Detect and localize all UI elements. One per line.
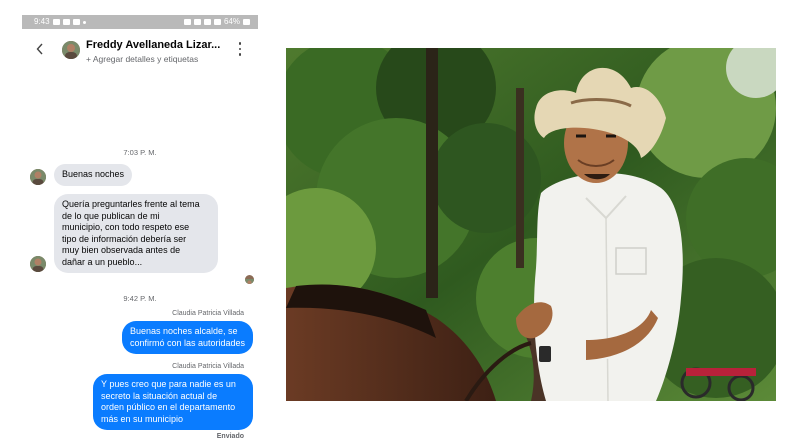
message-line: muy bien observada antes de — [62, 245, 181, 255]
alarm-icon — [183, 19, 191, 25]
message-line: confirmó con las autoridades — [129, 337, 245, 348]
message-line: Y pues creo que para nadie es un — [101, 379, 236, 389]
photo-man-on-horse — [286, 48, 776, 401]
status-bar: 9:43 64% — [22, 15, 258, 29]
message-line: Buenas noches alcalde, se — [129, 326, 238, 336]
outgoing-message: Buenas noches alcalde, se confirmó con l… — [121, 321, 253, 354]
message-line: secreto la situación actual de — [101, 390, 218, 401]
back-arrow-icon — [36, 43, 43, 55]
back-button[interactable] — [32, 39, 48, 59]
mute-icon — [193, 19, 201, 25]
message-line: dañar a un pueblo... — [62, 256, 143, 267]
photo-illustration — [286, 48, 776, 401]
incoming-message: Quería preguntarles frente al tema de lo… — [54, 194, 218, 273]
outgoing-message: Y pues creo que para nadie es un secreto… — [93, 374, 253, 430]
wifi-icon — [203, 19, 211, 25]
contact-avatar[interactable] — [62, 41, 80, 59]
message-line: tipo de información debería ser — [62, 233, 187, 244]
battery-level: 64% — [223, 17, 240, 26]
more-options-button[interactable] — [236, 41, 244, 57]
contact-name[interactable]: Freddy Avellaneda Lizar... — [86, 39, 231, 51]
sender-name: Claudia Patricia Villada — [172, 310, 244, 317]
more-options-icon — [238, 42, 242, 45]
chat-header: Freddy Avellaneda Lizar... + Agregar det… — [22, 29, 258, 69]
battery-icon — [243, 19, 250, 25]
message-line: de lo que publican de mi — [62, 210, 160, 221]
gallery-icon — [52, 19, 60, 25]
signal-icon — [213, 19, 221, 25]
sender-name: Claudia Patricia Villada — [172, 363, 244, 370]
message-line: municipio, con todo respeto ese — [62, 222, 190, 232]
message-line: Buenas noches — [62, 169, 125, 179]
message-line: más en su municipio — [101, 413, 184, 424]
read-receipt-avatar — [245, 275, 254, 284]
chat-screenshot: 9:43 64% Freddy Avellaneda Lizar... + Ag… — [22, 15, 258, 441]
sent-status: Enviado — [216, 433, 244, 440]
message-line: orden público en el departamento — [101, 402, 236, 412]
notification-dot-icon — [82, 20, 86, 24]
messenger-icon — [72, 19, 80, 25]
message-line: Quería preguntarles frente al tema — [62, 199, 200, 209]
sender-avatar — [30, 256, 46, 272]
message-timestamp: 9:42 P. M. — [123, 294, 157, 303]
add-details-link[interactable]: + Agregar detalles y etiquetas — [86, 54, 198, 64]
youtube-icon — [62, 19, 70, 25]
incoming-message: Buenas noches — [54, 164, 133, 186]
sender-avatar — [30, 169, 46, 185]
status-time: 9:43 — [34, 17, 50, 26]
message-timestamp: 7:03 P. M. — [123, 148, 157, 157]
